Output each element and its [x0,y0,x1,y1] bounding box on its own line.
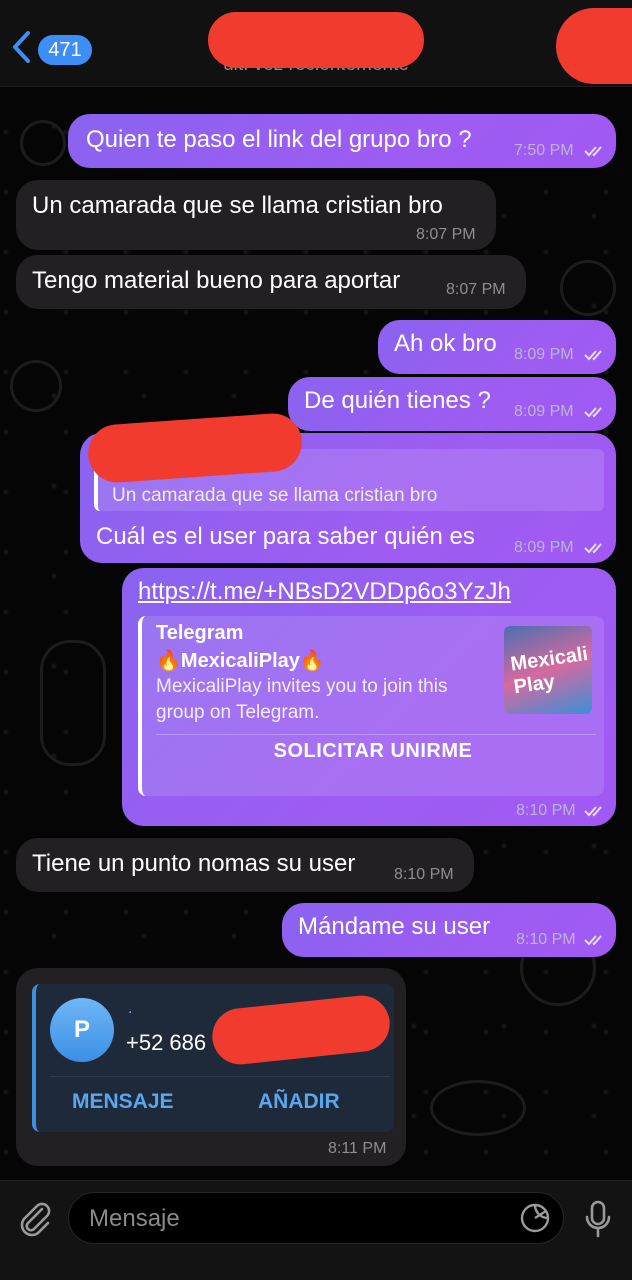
message-text: Un camarada que se llama cristian bro [32,192,443,219]
link-preview-thumbnail: Mexicali Play [504,626,592,714]
input-placeholder: Mensaje [89,1205,180,1232]
contact-add-button[interactable]: AÑADIR [258,1090,340,1114]
back-chevron-icon[interactable] [10,30,32,64]
attach-icon[interactable] [16,1199,54,1237]
read-check-icon [584,543,602,554]
message-time: 8:07 PM [446,281,506,298]
message-bubble-outgoing[interactable]: Mándame su user 8:10 PM [282,903,616,957]
message-bubble-incoming[interactable]: Tiene un punto nomas su user 8:10 PM [16,838,474,892]
thumbnail-logo-text: Mexicali Play [509,642,590,699]
message-bubble-incoming[interactable]: Un camarada que se llama cristian bro 8:… [16,180,496,250]
message-text: Tiene un punto nomas su user [32,850,356,877]
contact-message-button[interactable]: MENSAJE [72,1090,174,1114]
link-preview-card[interactable]: Telegram 🔥MexicaliPlay🔥 MexicaliPlay inv… [138,616,604,796]
message-time: 8:10 PM [394,866,454,883]
contact-divider [50,1076,390,1077]
message-text: Quien te paso el link del grupo bro ? [86,126,472,153]
message-bubble-incoming-contact[interactable]: P . +52 686 MENSAJE AÑADIR 8:11 PM [16,968,406,1166]
link-preview-title: 🔥MexicaliPlay🔥 [156,650,325,672]
message-bubble-outgoing[interactable]: Quien te paso el link del grupo bro ? 7:… [68,114,616,168]
message-time: 8:10 PM [516,931,576,948]
link-preview-site: Telegram [156,622,244,644]
message-text: Ah ok bro [394,330,497,357]
redacted-phone-number [209,992,393,1068]
reply-quote-text: Un camarada que se llama cristian bro [112,485,438,506]
message-link[interactable]: https://t.me/+NBsD2VDDp6o3YzJh [138,578,511,606]
read-check-icon [584,407,602,418]
message-bubble-outgoing-reply[interactable]: Un camarada que se llama cristian bro Cu… [80,411,616,563]
read-check-icon [584,350,602,361]
message-time: 8:09 PM [514,539,574,556]
read-check-icon [584,935,602,946]
message-time: 7:50 PM [514,142,574,159]
message-bubble-outgoing-link[interactable]: https://t.me/+NBsD2VDDp6o3YzJh Telegram … [122,568,616,826]
contact-name: . [128,1000,133,1017]
read-check-icon [584,146,602,157]
unread-count-badge[interactable]: 471 [38,35,92,65]
message-text: Cuál es el user para saber quién es [96,523,475,550]
sticker-icon[interactable] [519,1202,551,1234]
message-bubble-outgoing[interactable]: De quién tienes ? 8:09 PM [288,377,616,431]
message-input-bar: Mensaje [0,1180,632,1280]
message-time: 8:11 PM [328,1140,387,1157]
message-time: 8:10 PM [516,802,576,819]
redacted-avatar [556,8,632,84]
shared-contact-card[interactable]: P . +52 686 MENSAJE AÑADIR [32,984,394,1132]
redacted-chat-name [208,12,424,68]
message-time: 8:09 PM [514,346,574,363]
mic-icon[interactable] [582,1199,614,1239]
contact-phone: +52 686 [126,1030,207,1055]
message-text: Mándame su user [298,913,491,940]
message-bubble-incoming[interactable]: Tengo material bueno para aportar 8:07 P… [16,255,526,309]
join-request-button[interactable]: SOLICITAR UNIRME [142,740,604,763]
message-text: De quién tienes ? [304,387,491,414]
message-time: 8:07 PM [416,226,476,243]
read-check-icon [584,806,602,817]
message-time: 8:09 PM [514,403,574,420]
message-text: Tengo material bueno para aportar [32,267,401,294]
preview-divider [156,734,596,735]
chat-header: 471 últ. vez recientemente [0,0,632,87]
message-bubble-outgoing[interactable]: Ah ok bro 8:09 PM [378,320,616,374]
message-input[interactable]: Mensaje [68,1192,564,1244]
contact-avatar[interactable]: P [50,998,114,1062]
link-preview-description: MexicaliPlay invites you to join this gr… [156,676,448,723]
